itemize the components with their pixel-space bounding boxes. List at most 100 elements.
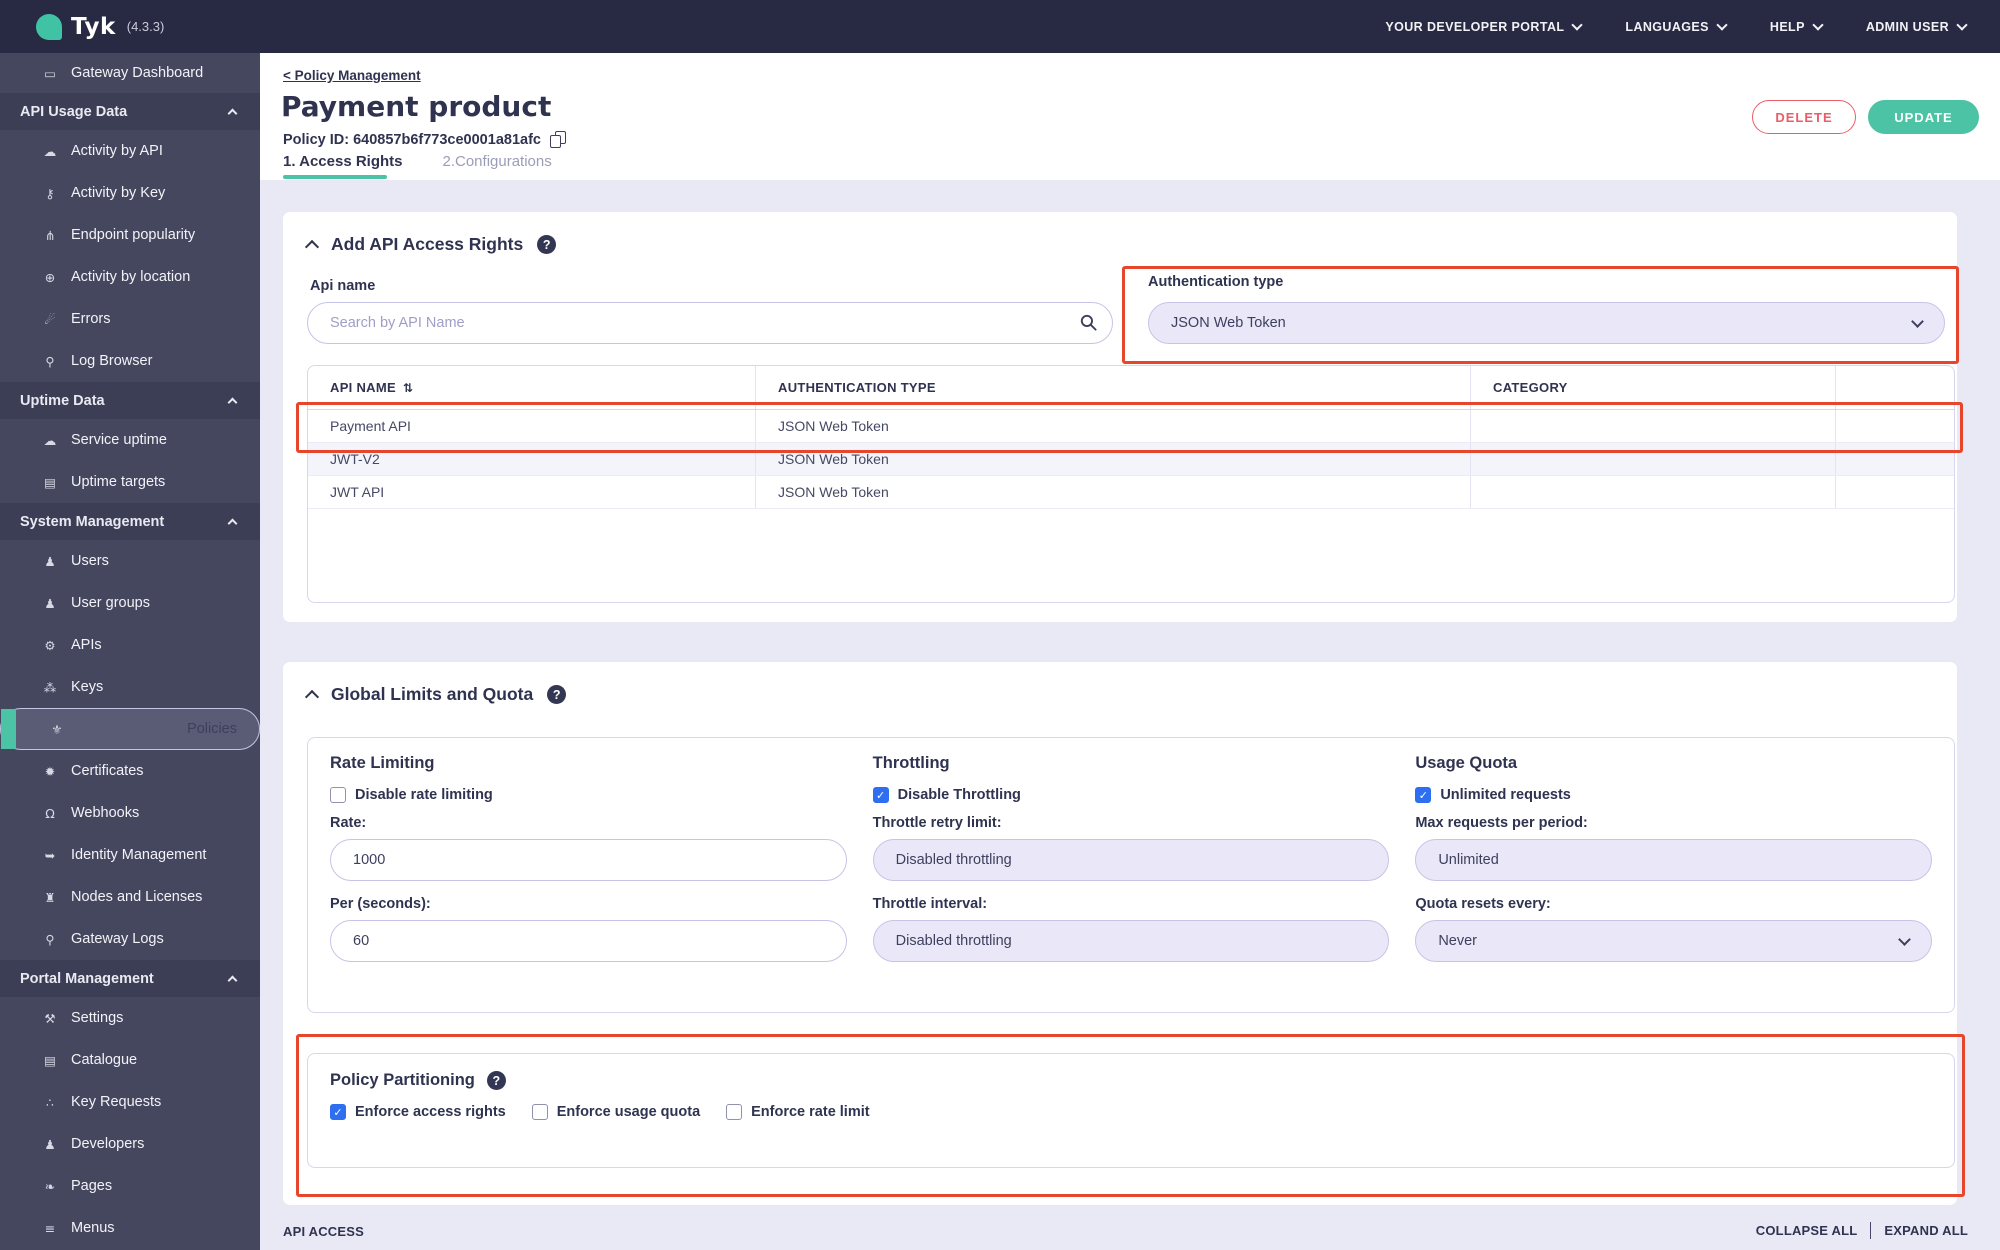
sidebar-section-portal-management[interactable]: Portal Management [0,960,260,997]
delete-button[interactable]: DELETE [1752,100,1856,134]
sidebar-item-pages[interactable]: ❧ Pages [0,1165,260,1207]
checkbox[interactable]: ✓ [330,787,346,803]
tyk-leaf-icon [36,13,62,40]
help-icon[interactable]: ? [547,685,567,704]
sidebar-item-developers[interactable]: ♟ Developers [0,1123,260,1165]
table-row-payment-api[interactable]: Payment API JSON Web Token [308,410,1954,443]
chevron-up-icon [227,108,238,119]
menu-languages[interactable]: LANGUAGES [1625,18,1728,34]
cloud-icon: ☁ [43,432,57,448]
sidebar-section-api-usage-data[interactable]: API Usage Data [0,93,260,130]
help-icon[interactable]: ? [537,235,557,254]
collapse-chevron-icon[interactable] [304,239,320,254]
sidebar-item-activity-by-location[interactable]: ⊕ Activity by location [0,256,260,298]
quota-resets-select[interactable]: Never [1415,920,1932,962]
cloud-icon: ☁ [43,143,57,159]
disable-throttling-checkbox[interactable]: ✓ Disable Throttling [872,787,1390,803]
sidebar-item-catalogue[interactable]: ▤ Catalogue [0,1039,260,1081]
menu-admin-user[interactable]: ADMIN USER [1866,18,1968,34]
sidebar-item-menus[interactable]: ≡ Menus [0,1207,260,1249]
menu-help[interactable]: HELP [1770,18,1824,34]
footer-actions: COLLAPSE ALL EXPAND ALL [1756,1222,1968,1239]
sidebar-item-user-groups[interactable]: ♟ User groups [0,582,260,624]
sidebar-item-certificates[interactable]: ✹ Certificates [0,750,260,792]
sidebar-item-activity-by-api[interactable]: ☁ Activity by API [0,130,260,172]
checkbox[interactable]: ✓ [531,1104,548,1120]
throttling-column: Throttling ✓ Disable Throttling Throttle… [872,754,1390,1012]
sidebar-section-uptime-data[interactable]: Uptime Data [0,382,260,419]
checkbox-checked[interactable]: ✓ [1415,787,1432,803]
sidebar-item-errors[interactable]: ☄ Errors [0,298,260,340]
menu-developer-portal[interactable]: YOUR DEVELOPER PORTAL [1385,18,1584,34]
enforce-usage-quota-checkbox[interactable]: ✓ Enforce usage quota [531,1104,700,1120]
sidebar-item-keys[interactable]: ⁂ Keys [0,666,260,708]
quota-resets-label: Quota resets every: [1415,896,1551,912]
section-title: Global Limits and Quota [331,684,534,704]
per-seconds-input[interactable] [330,920,847,962]
throttle-retry-limit-input [872,839,1390,881]
unlimited-requests-checkbox[interactable]: ✓ Unlimited requests [1415,787,1932,803]
sidebar-section-system-management[interactable]: System Management [0,503,260,540]
sidebar-item-users[interactable]: ♟ Users [0,540,260,582]
collapse-all-button[interactable]: COLLAPSE ALL [1756,1223,1858,1238]
api-access-section-header[interactable]: API ACCESS [283,1224,364,1239]
checkbox-checked[interactable]: ✓ [872,787,889,803]
rate-input[interactable] [330,839,847,881]
throttle-interval-input [872,920,1390,962]
tab-access-rights[interactable]: 1. Access Rights [283,153,403,170]
authentication-type-select[interactable]: JSON Web Token [1148,302,1945,344]
bug-icon: ⚲ [45,931,55,947]
policy-partitioning-box: Policy Partitioning ? ✓ Enforce access r… [307,1053,1955,1168]
copy-icon[interactable] [549,131,566,149]
list-icon: ▤ [44,1052,56,1068]
enforce-rate-limit-checkbox[interactable]: ✓ Enforce rate limit [726,1104,870,1120]
column-header-api-name[interactable]: API NAME ⇅ [308,366,756,409]
bomb-icon: ☄ [44,311,56,327]
sidebar-item-settings[interactable]: ⚒ Settings [0,997,260,1039]
disable-rate-limiting-checkbox[interactable]: ✓ Disable rate limiting [330,787,847,803]
sidebar-item-gateway-dashboard[interactable]: ▭ Gateway Dashboard [0,53,260,93]
checkbox[interactable]: ✓ [726,1104,743,1120]
rate-limiting-title: Rate Limiting [330,754,435,772]
sidebar-item-endpoint-popularity[interactable]: ⋔ Endpoint popularity [0,214,260,256]
brand-name: Tyk [71,13,116,40]
max-requests-label: Max requests per period: [1415,815,1588,831]
scroll-icon: ⚜ [51,721,63,737]
collapse-chevron-icon[interactable] [304,689,320,704]
sidebar-item-activity-by-key[interactable]: ⚷ Activity by Key [0,172,260,214]
chevron-up-icon [227,975,238,986]
update-button[interactable]: UPDATE [1868,100,1979,134]
sidebar-item-identity-management[interactable]: ➥ Identity Management [0,834,260,876]
table-header-row: API NAME ⇅ AUTHENTICATION TYPE CATEGORY [308,366,1954,410]
sidebar-item-webhooks[interactable]: Ω Webhooks [0,792,260,834]
bank-icon: ♜ [44,889,56,905]
column-header-auth-type: AUTHENTICATION TYPE [756,366,1471,409]
usage-quota-title: Usage Quota [1415,754,1518,772]
tyk-logo[interactable]: Tyk (4.3.3) [36,13,164,40]
checkbox-checked[interactable]: ✓ [330,1104,346,1120]
users-icon: ♟ [44,595,56,611]
breadcrumb[interactable]: < Policy Management [283,68,421,83]
throttling-title: Throttling [872,754,950,772]
chevron-down-icon [1956,18,1968,31]
sidebar-item-nodes-and-licenses[interactable]: ♜ Nodes and Licenses [0,876,260,918]
page-title: Payment product [281,90,552,123]
tab-configurations[interactable]: 2.Configurations [443,153,552,170]
sidebar-item-key-requests[interactable]: ∴ Key Requests [0,1081,260,1123]
sort-icon[interactable]: ⇅ [403,381,413,395]
api-search-input[interactable] [307,302,1113,344]
divider [1870,1222,1872,1239]
throttle-retry-limit-label: Throttle retry limit: [872,815,1002,831]
search-icon [1080,314,1097,331]
help-icon[interactable]: ? [486,1071,506,1090]
expand-all-button[interactable]: EXPAND ALL [1884,1223,1968,1238]
sidebar-item-gateway-logs[interactable]: ⚲ Gateway Logs [0,918,260,960]
sidebar-item-log-browser[interactable]: ⚲ Log Browser [0,340,260,382]
enforce-access-rights-checkbox[interactable]: ✓ Enforce access rights [330,1104,506,1120]
sidebar-item-policies[interactable]: ⚜ Policies [0,708,260,750]
sidebar-item-apis[interactable]: ⚙ APIs [0,624,260,666]
table-row-jwt-api[interactable]: JWT API JSON Web Token [308,476,1954,509]
sidebar-item-service-uptime[interactable]: ☁ Service uptime [0,419,260,461]
table-row-jwt-v2[interactable]: JWT-V2 JSON Web Token [308,443,1954,476]
sidebar-item-uptime-targets[interactable]: ▤ Uptime targets [0,461,260,503]
